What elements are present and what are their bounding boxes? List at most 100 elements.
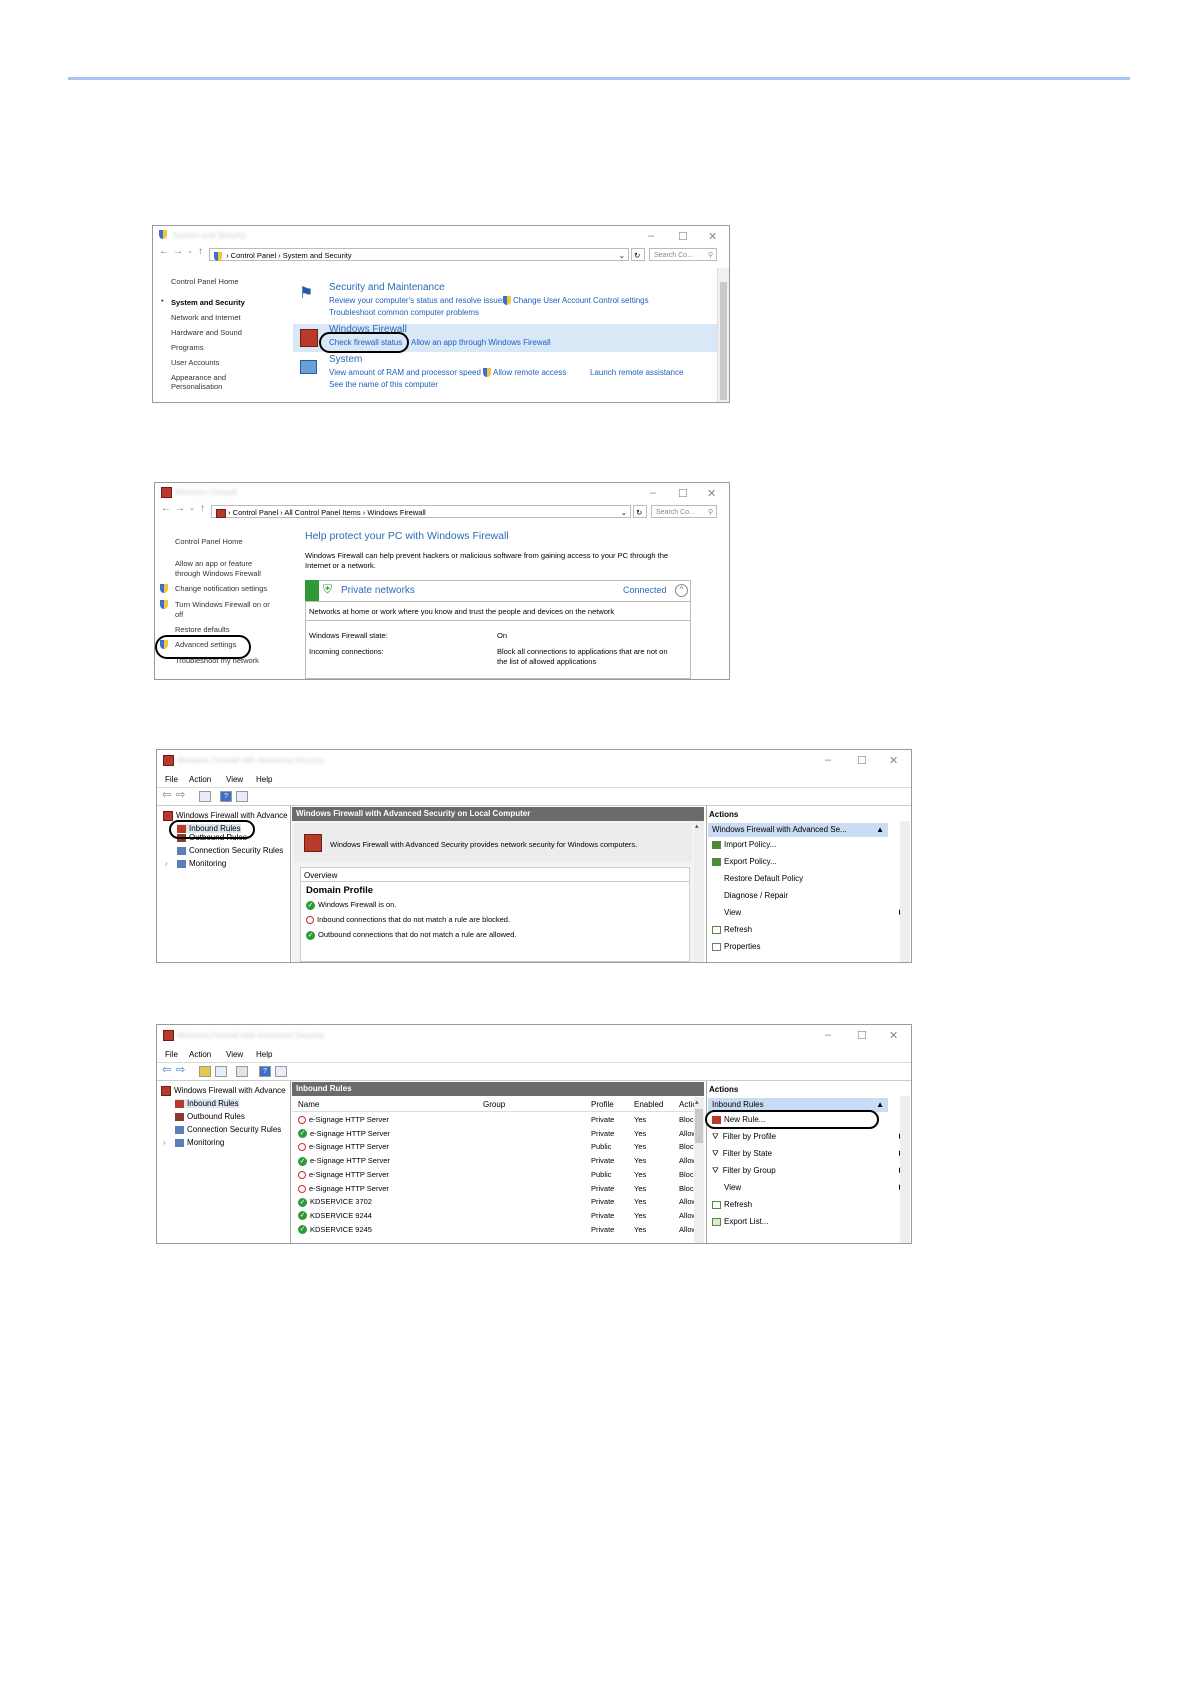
action-pane-icon[interactable]	[236, 791, 248, 802]
sidebar-item-control-panel-home[interactable]: Control Panel Home	[171, 277, 239, 286]
help-icon[interactable]: ?	[220, 791, 232, 802]
tree-inbound-rules[interactable]: Inbound Rules	[175, 1099, 239, 1108]
menu-help[interactable]: Help	[256, 1050, 272, 1059]
link-review-status[interactable]: Review your computer's status and resolv…	[329, 296, 506, 305]
sidebar-item-allow-app-2[interactable]: through Windows Firewall	[175, 569, 261, 578]
link-allow-app[interactable]: Allow an app through Windows Firewall	[411, 338, 551, 347]
action-diagnose-repair[interactable]: Diagnose / Repair	[724, 891, 788, 900]
col-profile[interactable]: Profile	[591, 1100, 614, 1109]
close-icon[interactable]: ✕	[889, 754, 898, 767]
close-icon[interactable]: ✕	[708, 230, 717, 243]
tree-outbound-rules[interactable]: Outbound Rules	[175, 1112, 245, 1121]
actions-scrollbar[interactable]	[900, 1096, 910, 1243]
export-list-icon[interactable]	[236, 1066, 248, 1077]
sidebar-item-restore-defaults[interactable]: Restore defaults	[175, 625, 230, 634]
up-arrow-icon[interactable]: ↑	[198, 246, 203, 257]
sidebar-item-user-accounts[interactable]: User Accounts	[171, 358, 219, 367]
minimize-icon[interactable]: –	[825, 1029, 831, 1041]
tree-connection-security[interactable]: Connection Security Rules	[175, 1125, 281, 1134]
sidebar-item-change-notifications[interactable]: Change notification settings	[175, 584, 267, 593]
sidebar-item-appearance[interactable]: Appearance and	[171, 373, 226, 382]
network-title[interactable]: Private networks	[341, 585, 415, 596]
close-icon[interactable]: ✕	[889, 1029, 898, 1042]
back-arrow-icon[interactable]: ←	[161, 503, 171, 514]
sidebar-item-allow-app[interactable]: Allow an app or feature	[175, 559, 252, 568]
action-filter-profile[interactable]: ⛛ Filter by Profile	[712, 1132, 776, 1142]
close-icon[interactable]: ✕	[707, 487, 716, 500]
action-export-policy[interactable]: Export Policy...	[712, 857, 777, 866]
chevron-down-icon[interactable]: ⌄	[621, 506, 627, 519]
section-title-system[interactable]: System	[329, 354, 362, 365]
sidebar-item-programs[interactable]: Programs	[171, 343, 204, 352]
chevron-down-icon[interactable]: ⌄	[187, 247, 193, 255]
sidebar-item-system-security[interactable]: System and Security	[171, 298, 245, 307]
actions-group-header[interactable]: Windows Firewall with Advanced Se... ▲	[708, 823, 888, 837]
show-hide-tree-icon[interactable]	[215, 1066, 227, 1077]
tree-monitoring[interactable]: Monitoring	[175, 1138, 224, 1147]
forward-arrow-icon[interactable]: ⇨	[176, 788, 185, 801]
back-arrow-icon[interactable]: ⇦	[162, 1063, 171, 1076]
menu-file[interactable]: File	[165, 775, 178, 784]
breadcrumb-all-items[interactable]: All Control Panel Items	[284, 508, 360, 517]
chevron-down-icon[interactable]: ⌄	[189, 504, 195, 512]
maximize-icon[interactable]: ☐	[678, 230, 688, 243]
back-arrow-icon[interactable]: ←	[159, 246, 169, 257]
action-view[interactable]: View	[724, 1183, 741, 1192]
action-pane-icon[interactable]	[275, 1066, 287, 1077]
menu-file[interactable]: File	[165, 1050, 178, 1059]
link-troubleshoot[interactable]: Troubleshoot common computer problems	[329, 308, 479, 317]
action-refresh[interactable]: Refresh	[712, 1200, 752, 1209]
up-arrow-icon[interactable]: ↑	[200, 503, 205, 514]
menu-view[interactable]: View	[226, 1050, 243, 1059]
action-refresh[interactable]: Refresh	[712, 925, 752, 934]
scrollbar-thumb[interactable]	[695, 1109, 703, 1143]
actions-scrollbar[interactable]	[900, 821, 910, 962]
tree-expand-icon[interactable]: ›	[165, 859, 168, 868]
address-bar[interactable]: › Control Panel › All Control Panel Item…	[211, 505, 631, 518]
chevron-down-icon[interactable]: ⌄	[619, 249, 625, 262]
menu-action[interactable]: Action	[189, 775, 211, 784]
tree-expand-icon[interactable]: ›	[163, 1138, 166, 1147]
col-enabled[interactable]: Enabled	[634, 1100, 663, 1109]
action-view[interactable]: View	[724, 908, 741, 917]
minimize-icon[interactable]: –	[650, 487, 656, 499]
tree-connection-security[interactable]: Connection Security Rules	[177, 846, 283, 855]
breadcrumb-control-panel[interactable]: Control Panel	[231, 251, 276, 260]
forward-arrow-icon[interactable]: →	[175, 503, 185, 514]
sidebar-item-control-panel-home[interactable]: Control Panel Home	[175, 537, 243, 546]
search-input[interactable]: Search Co... ⚲	[649, 248, 717, 261]
address-bar[interactable]: › Control Panel › System and Security ⌄	[209, 248, 629, 261]
scrollbar[interactable]	[694, 821, 704, 962]
link-computer-name[interactable]: See the name of this computer	[329, 380, 438, 389]
forward-arrow-icon[interactable]: ⇨	[176, 1063, 185, 1076]
back-arrow-icon[interactable]: ⇦	[162, 788, 171, 801]
sidebar-item-turn-on-off-2[interactable]: off	[175, 610, 183, 619]
tree-root[interactable]: Windows Firewall with Advance	[161, 1086, 286, 1096]
scroll-up-icon[interactable]: ▴	[695, 1098, 699, 1106]
breadcrumb-windows-firewall[interactable]: Windows Firewall	[367, 508, 425, 517]
minimize-icon[interactable]: –	[648, 230, 654, 242]
scrollbar[interactable]	[717, 268, 729, 402]
link-view-ram[interactable]: View amount of RAM and processor speed	[329, 368, 481, 377]
breadcrumb-control-panel[interactable]: Control Panel	[233, 508, 278, 517]
maximize-icon[interactable]: ☐	[857, 754, 867, 767]
link-allow-remote[interactable]: Allow remote access	[483, 368, 566, 378]
scroll-up-icon[interactable]: ▴	[695, 822, 699, 830]
link-remote-assistance[interactable]: Launch remote assistance	[590, 368, 683, 377]
sidebar-item-personalisation[interactable]: Personalisation	[171, 382, 222, 391]
menu-view[interactable]: View	[226, 775, 243, 784]
col-group[interactable]: Group	[483, 1100, 505, 1109]
refresh-icon[interactable]: ↻	[633, 505, 647, 518]
sidebar-item-hardware[interactable]: Hardware and Sound	[171, 328, 242, 337]
maximize-icon[interactable]: ☐	[678, 487, 688, 500]
minimize-icon[interactable]: –	[825, 754, 831, 766]
scrollbar-thumb[interactable]	[720, 282, 727, 400]
scrollbar[interactable]	[694, 1097, 704, 1243]
action-import-policy[interactable]: Import Policy...	[712, 840, 776, 849]
action-filter-state[interactable]: ⛛ Filter by State	[712, 1149, 772, 1159]
forward-arrow-icon[interactable]: →	[173, 246, 183, 257]
show-hide-tree-icon[interactable]	[199, 791, 211, 802]
col-name[interactable]: Name	[298, 1100, 319, 1109]
search-input[interactable]: Search Co... ⚲	[651, 505, 717, 518]
sidebar-item-network[interactable]: Network and Internet	[171, 313, 241, 322]
